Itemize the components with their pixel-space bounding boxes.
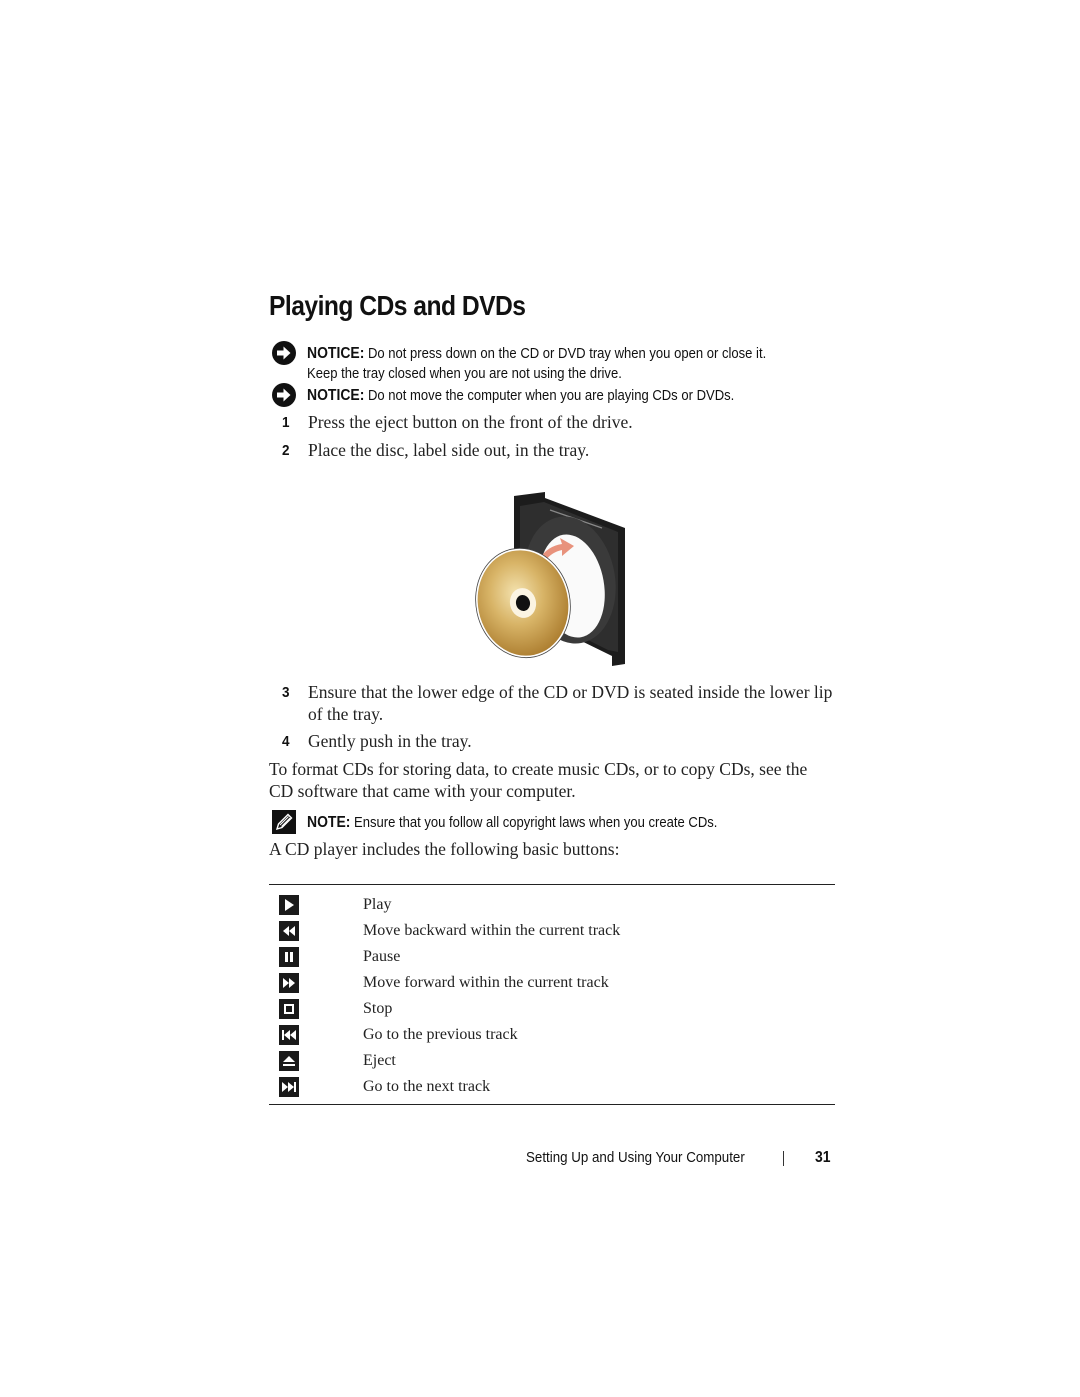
step-text-line: of the tray. bbox=[308, 703, 384, 724]
next-track-icon bbox=[279, 1077, 299, 1097]
step-text: Place the disc, label side out, in the t… bbox=[308, 440, 590, 460]
play-icon bbox=[279, 895, 299, 915]
note-label: NOTE: bbox=[307, 814, 351, 831]
table-row: Stop bbox=[269, 999, 835, 1025]
step-item: 2 Place the disc, label side out, in the… bbox=[282, 440, 589, 462]
step-item: 1 Press the eject button on the front of… bbox=[282, 412, 633, 434]
button-description: Stop bbox=[363, 1000, 393, 1017]
page-number: 31 bbox=[815, 1149, 831, 1166]
notice-callout: NOTICE: Do not move the computer when yo… bbox=[271, 383, 782, 408]
previous-track-icon bbox=[279, 1025, 299, 1045]
buttons-intro: A CD player includes the following basic… bbox=[269, 839, 620, 859]
footer-section-title: Setting Up and Using Your Computer bbox=[526, 1150, 745, 1166]
table-row: Move forward within the current track bbox=[269, 973, 835, 999]
table-row: Play bbox=[269, 895, 835, 921]
note-callout: NOTE: Ensure that you follow all copyrig… bbox=[271, 810, 763, 835]
button-description: Move forward within the current track bbox=[363, 974, 609, 991]
notice-label: NOTICE: bbox=[307, 387, 365, 404]
button-description: Play bbox=[363, 896, 392, 913]
step-item: 4 Gently push in the tray. bbox=[282, 731, 472, 753]
step-number: 2 bbox=[282, 442, 290, 459]
notice-line: Keep the tray closed when you are not us… bbox=[307, 365, 622, 382]
step-number: 1 bbox=[282, 414, 290, 431]
notice-arrow-icon bbox=[272, 341, 296, 365]
button-description: Pause bbox=[363, 948, 401, 965]
notice-label: NOTICE: bbox=[307, 345, 365, 362]
notice-arrow-icon bbox=[272, 383, 296, 407]
paragraph-line: To format CDs for storing data, to creat… bbox=[269, 759, 808, 779]
note-pencil-icon bbox=[272, 810, 296, 834]
page-title: Playing CDs and DVDs bbox=[269, 290, 526, 321]
table-row: Pause bbox=[269, 947, 835, 973]
step-number: 4 bbox=[282, 733, 290, 750]
notice-text: NOTICE: Do not press down on the CD or D… bbox=[307, 344, 766, 384]
notice-line: Do not press down on the CD or DVD tray … bbox=[367, 346, 767, 362]
button-description: Go to the previous track bbox=[363, 1026, 518, 1043]
button-description: Eject bbox=[363, 1052, 396, 1069]
body-paragraph: To format CDs for storing data, to creat… bbox=[269, 759, 807, 802]
table-row: Go to the previous track bbox=[269, 1025, 835, 1051]
button-description: Go to the next track bbox=[363, 1078, 491, 1095]
step-text: Ensure that the lower edge of the CD or … bbox=[308, 682, 832, 725]
step-item: 3 Ensure that the lower edge of the CD o… bbox=[282, 682, 832, 725]
step-text-line: Ensure that the lower edge of the CD or … bbox=[308, 682, 833, 702]
rewind-icon bbox=[279, 921, 299, 941]
note-text: NOTE: Ensure that you follow all copyrig… bbox=[307, 813, 717, 834]
eject-icon bbox=[279, 1051, 299, 1071]
fast-forward-icon bbox=[279, 973, 299, 993]
table-row: Move backward within the current track bbox=[269, 921, 835, 947]
button-description: Move backward within the current track bbox=[363, 922, 621, 939]
paragraph-line: CD software that came with your computer… bbox=[269, 780, 576, 801]
table-row: Eject bbox=[269, 1051, 835, 1077]
disc-tray-illustration bbox=[475, 492, 625, 666]
document-page: Playing CDs and DVDs NOTICE: Do not pres… bbox=[0, 0, 1080, 1397]
stop-icon bbox=[279, 999, 299, 1019]
step-number: 3 bbox=[282, 684, 290, 701]
step-text: Press the eject button on the front of t… bbox=[308, 412, 633, 432]
note-body: Ensure that you follow all copyright law… bbox=[354, 815, 718, 831]
footer-divider bbox=[783, 1151, 784, 1166]
table-row: Go to the next track bbox=[269, 1077, 835, 1103]
cd-buttons-table: Play Move backward within the current tr… bbox=[269, 884, 835, 1105]
pause-icon bbox=[279, 947, 299, 967]
notice-line: Do not move the computer when you are pl… bbox=[367, 388, 735, 404]
notice-text: NOTICE: Do not move the computer when yo… bbox=[307, 386, 734, 407]
notice-callout: NOTICE: Do not press down on the CD or D… bbox=[271, 341, 817, 384]
step-text: Gently push in the tray. bbox=[308, 731, 472, 751]
